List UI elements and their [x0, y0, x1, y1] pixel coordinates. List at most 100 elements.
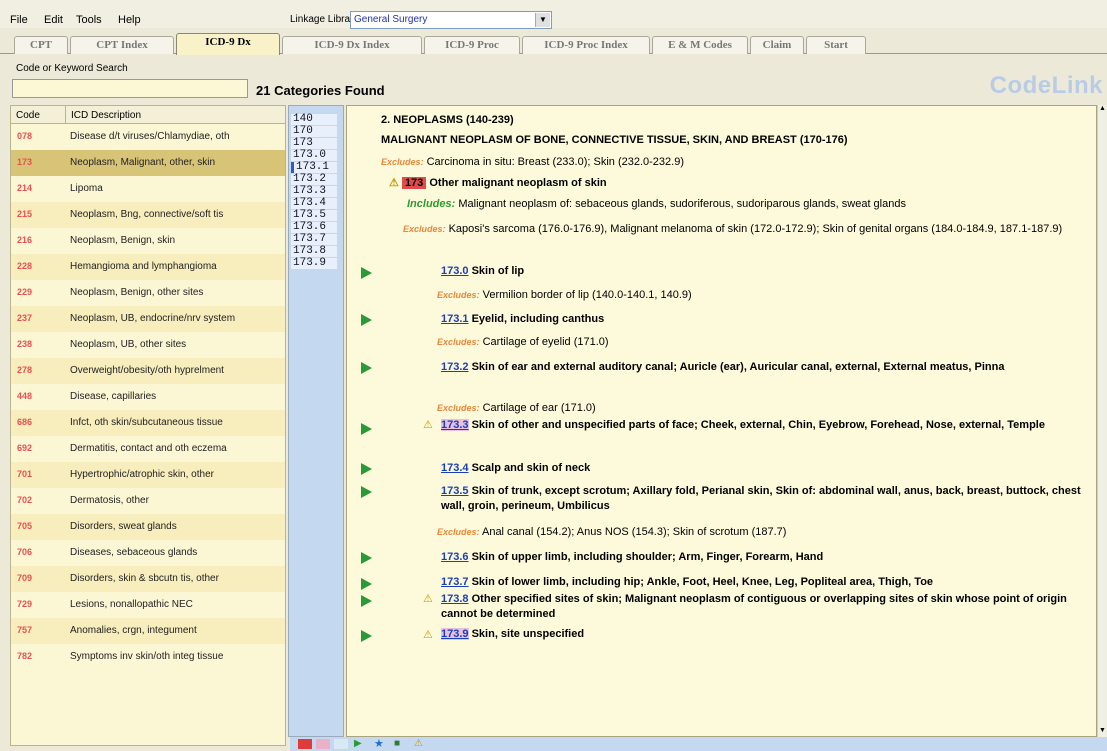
menu-file[interactable]: File: [10, 14, 28, 26]
code-link[interactable]: 173.7: [441, 576, 469, 588]
table-row[interactable]: 448 Disease, capillaries: [11, 384, 285, 410]
subcode-item[interactable]: 173.7: [291, 234, 337, 245]
column-divider[interactable]: [65, 106, 66, 124]
tab-icd9-proc-index[interactable]: ICD-9 Proc Index: [522, 36, 650, 54]
row-description: Disease, capillaries: [70, 391, 157, 402]
warning-icon[interactable]: ⚠: [423, 592, 433, 605]
warning-icon[interactable]: ⚠: [423, 628, 433, 641]
column-header-code[interactable]: Code: [16, 110, 40, 121]
tab-icd9-proc[interactable]: ICD-9 Proc: [424, 36, 520, 54]
warning-icon[interactable]: ⚠: [423, 418, 433, 431]
code-link[interactable]: 173.0: [441, 265, 469, 277]
code-link[interactable]: 173.4: [441, 462, 469, 474]
play-arrow-icon[interactable]: ▶: [354, 739, 368, 749]
code-link[interactable]: 173.6: [441, 551, 469, 563]
subcode-item[interactable]: 173.3: [291, 186, 337, 197]
tab-start[interactable]: Start: [806, 36, 866, 54]
red-flag-icon[interactable]: [298, 739, 312, 749]
table-row[interactable]: 229 Neoplasm, Benign, other sites: [11, 280, 285, 306]
blank-flag-icon[interactable]: [334, 739, 348, 749]
tab-claim[interactable]: Claim: [750, 36, 804, 54]
chevron-down-icon[interactable]: ▼: [535, 13, 550, 27]
row-code: 278: [17, 365, 33, 375]
subcode-item[interactable]: 170: [291, 126, 337, 137]
table-row[interactable]: 729 Lesions, nonallopathic NEC: [11, 592, 285, 618]
tab-icd9-dx-index[interactable]: ICD-9 Dx Index: [282, 36, 422, 54]
table-header: Code ICD Description: [11, 106, 285, 124]
play-arrow-icon[interactable]: [361, 552, 372, 564]
table-row[interactable]: 686 Infct, oth skin/subcutaneous tissue: [11, 410, 285, 436]
subcode-item[interactable]: 140: [291, 114, 337, 125]
menu-tools[interactable]: Tools: [76, 14, 102, 26]
table-row-selected[interactable]: 173 Neoplasm, Malignant, other, skin: [11, 150, 285, 176]
column-header-description[interactable]: ICD Description: [71, 110, 141, 121]
table-row[interactable]: 692 Dermatitis, contact and oth eczema: [11, 436, 285, 462]
row-code: 782: [17, 651, 33, 661]
warning-icon[interactable]: ⚠: [389, 177, 399, 189]
subcode-item-current[interactable]: 173.1: [291, 162, 337, 173]
subcode-item[interactable]: 173.2: [291, 174, 337, 185]
excludes-label: Excludes:: [403, 224, 446, 234]
code-entry: 173.5 Skin of trunk, except scrotum; Axi…: [441, 484, 1081, 514]
play-arrow-icon[interactable]: [361, 630, 372, 642]
scroll-up-icon[interactable]: ▲: [1098, 105, 1107, 115]
subcode-item[interactable]: 173.8: [291, 246, 337, 257]
star-icon[interactable]: ★: [374, 739, 388, 750]
table-row[interactable]: 228 Hemangioma and lymphangioma: [11, 254, 285, 280]
play-arrow-icon[interactable]: [361, 267, 372, 279]
warning-icon[interactable]: ⚠: [414, 739, 428, 749]
scroll-down-icon[interactable]: ▼: [1098, 727, 1107, 737]
play-arrow-icon[interactable]: [361, 486, 372, 498]
table-row[interactable]: 078 Disease d/t viruses/Chlamydiae, oth: [11, 124, 285, 150]
table-row[interactable]: 782 Symptoms inv skin/oth integ tissue: [11, 644, 285, 670]
content-scrollbar[interactable]: ▲ ▼: [1097, 105, 1107, 737]
play-arrow-icon[interactable]: [361, 362, 372, 374]
table-row[interactable]: 214 Lipoma: [11, 176, 285, 202]
code-link[interactable]: 173.9: [441, 628, 469, 640]
subcode-item[interactable]: 173.5: [291, 210, 337, 221]
tab-cpt-index[interactable]: CPT Index: [70, 36, 174, 54]
subcode-item[interactable]: 173.0: [291, 150, 337, 161]
subcode-item[interactable]: 173.9: [291, 258, 337, 269]
row-description: Neoplasm, Malignant, other, skin: [70, 157, 216, 168]
table-row[interactable]: 705 Disorders, sweat glands: [11, 514, 285, 540]
code-excludes: Excludes: Cartilage of eyelid (171.0): [437, 336, 609, 348]
code-link[interactable]: 173.2: [441, 361, 469, 373]
play-arrow-icon[interactable]: [361, 314, 372, 326]
row-description: Symptoms inv skin/oth integ tissue: [70, 651, 224, 662]
play-arrow-icon[interactable]: [361, 463, 372, 475]
excludes-label: Excludes:: [437, 290, 480, 300]
table-row[interactable]: 216 Neoplasm, Benign, skin: [11, 228, 285, 254]
row-description: Anomalies, crgn, integument: [70, 625, 197, 636]
section-heading: MALIGNANT NEOPLASM OF BONE, CONNECTIVE T…: [381, 134, 848, 146]
subcode-item[interactable]: 173.6: [291, 222, 337, 233]
play-arrow-icon[interactable]: [361, 578, 372, 590]
subcode-item[interactable]: 173.4: [291, 198, 337, 209]
tab-cpt[interactable]: CPT: [14, 36, 68, 54]
play-arrow-icon[interactable]: [361, 423, 372, 435]
tab-icd9-dx[interactable]: ICD-9 Dx: [176, 33, 280, 55]
linkage-library-select[interactable]: General Surgery ▼: [350, 11, 552, 29]
table-row[interactable]: 709 Disorders, skin & sbcutn tis, other: [11, 566, 285, 592]
menu-help[interactable]: Help: [118, 14, 141, 26]
table-row[interactable]: 238 Neoplasm, UB, other sites: [11, 332, 285, 358]
document-icon[interactable]: ■: [394, 739, 408, 749]
code-link[interactable]: 173.5: [441, 485, 469, 497]
table-row[interactable]: 757 Anomalies, crgn, integument: [11, 618, 285, 644]
table-row[interactable]: 701 Hypertrophic/atrophic skin, other: [11, 462, 285, 488]
table-row[interactable]: 702 Dermatosis, other: [11, 488, 285, 514]
search-input[interactable]: [12, 79, 248, 98]
tab-em-codes[interactable]: E & M Codes: [652, 36, 748, 54]
table-row[interactable]: 278 Overweight/obesity/oth hyprelment: [11, 358, 285, 384]
table-row[interactable]: 215 Neoplasm, Bng, connective/soft tis: [11, 202, 285, 228]
row-description: Hemangioma and lymphangioma: [70, 261, 217, 272]
code-link[interactable]: 173.1: [441, 313, 469, 325]
pink-flag-icon[interactable]: [316, 739, 330, 749]
table-row[interactable]: 706 Diseases, sebaceous glands: [11, 540, 285, 566]
menu-edit[interactable]: Edit: [44, 14, 63, 26]
code-link[interactable]: 173.8: [441, 593, 469, 605]
code-link[interactable]: 173.3: [441, 419, 469, 431]
subcode-item[interactable]: 173: [291, 138, 337, 149]
play-arrow-icon[interactable]: [361, 595, 372, 607]
table-row[interactable]: 237 Neoplasm, UB, endocrine/nrv system: [11, 306, 285, 332]
